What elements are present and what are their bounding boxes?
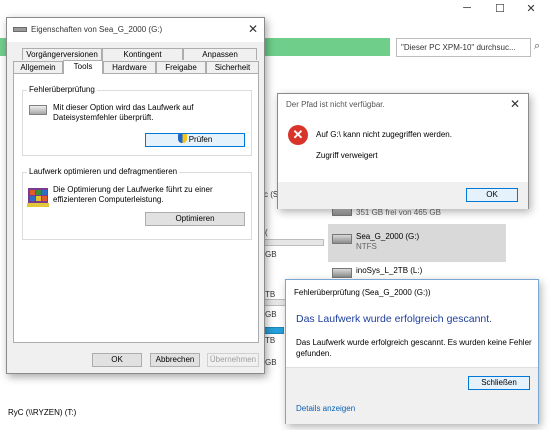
error-detail: Zugriff verweigert <box>316 151 378 160</box>
drive-icon <box>13 27 27 32</box>
dialog-title: Der Pfad ist nicht verfügbar. <box>286 100 385 109</box>
error-dialog: Der Pfad ist nicht verfügbar. ✕ ✕ Auf G:… <box>277 93 529 209</box>
group-title: Fehlerüberprüfung <box>27 85 97 94</box>
error-message: Auf G:\ kann nicht zugegriffen werden. <box>316 130 452 139</box>
cancel-button[interactable]: Abbrechen <box>150 353 200 367</box>
drive-name: inoSys_L_2TB (L:) <box>356 266 423 275</box>
dialog-title: Fehlerüberprüfung (Sea_G_2000 (G:)) <box>294 288 431 297</box>
tab-tools[interactable]: Tools <box>63 60 103 74</box>
properties-dialog: Eigenschaften von Sea_G_2000 (G:) ✕ Vorg… <box>6 17 265 374</box>
tab-sicherheit[interactable]: Sicherheit <box>206 61 259 73</box>
close-button[interactable]: Schließen <box>468 376 530 390</box>
title-bar[interactable]: Eigenschaften von Sea_G_2000 (G:) ✕ <box>7 18 264 42</box>
ok-button[interactable]: OK <box>92 353 142 367</box>
tab-kontingent[interactable]: Kontingent <box>102 48 183 60</box>
size-fragment: GB <box>265 358 277 367</box>
optimize-group: Laufwerk optimieren und defragmentieren … <box>22 167 252 240</box>
ok-button[interactable]: OK <box>466 188 518 202</box>
maximize-icon[interactable]: ☐ <box>485 2 515 15</box>
drive-filesystem: NTFS <box>356 242 377 251</box>
size-fragment: TB <box>265 290 276 299</box>
defrag-icon <box>27 188 49 207</box>
size-fragment: GB <box>265 310 277 319</box>
size-fragment: TB <box>265 336 276 345</box>
dialog-title: Eigenschaften von Sea_G_2000 (G:) <box>31 25 163 34</box>
group-title: Laufwerk optimieren und defragmentieren <box>27 167 180 176</box>
tab-anpassen[interactable]: Anpassen <box>183 48 257 60</box>
dialog-footer: Schließen <box>286 367 538 424</box>
size-fragment: GB <box>265 250 277 259</box>
scan-message: Das Laufwerk wurde erfolgreich gescannt.… <box>296 338 532 358</box>
drive-icon <box>332 268 352 278</box>
details-link[interactable]: Details anzeigen <box>296 404 355 413</box>
drive-usage-bar <box>264 239 324 246</box>
optimize-text: Die Optimierung der Laufwerke führt zu e… <box>53 185 213 204</box>
close-icon[interactable]: ✕ <box>510 97 520 111</box>
tab-hardware[interactable]: Hardware <box>103 61 156 73</box>
shield-icon <box>177 134 187 143</box>
optimize-button[interactable]: Optimieren <box>145 212 245 226</box>
search-input[interactable]: "Dieser PC XPM-10" durchsuc... <box>396 38 531 57</box>
close-icon[interactable]: ✕ <box>248 22 258 36</box>
check-button-label: Prüfen <box>188 135 213 144</box>
error-check-text: Mit dieser Option wird das Laufwerk auf … <box>53 103 194 122</box>
dialog-footer: OK <box>278 182 528 209</box>
error-check-group: Fehlerüberprüfung Mit dieser Option wird… <box>22 85 252 156</box>
drive-free-space: 351 GB frei von 465 GB <box>356 208 441 217</box>
close-icon[interactable]: ✕ <box>516 2 546 15</box>
check-button[interactable]: Prüfen <box>145 133 245 147</box>
size-fragment: ( <box>265 228 268 237</box>
minimize-icon[interactable]: ─ <box>452 2 482 14</box>
tools-panel: Fehlerüberprüfung Mit dieser Option wird… <box>13 73 259 343</box>
error-icon: ✕ <box>288 125 308 145</box>
scan-result-dialog: Fehlerüberprüfung (Sea_G_2000 (G:)) Das … <box>285 279 539 424</box>
tab-allgemein[interactable]: Allgemein <box>13 61 63 73</box>
drive-usage-bar <box>264 327 284 334</box>
search-icon[interactable]: ⌕ <box>534 40 548 54</box>
scan-heading: Das Laufwerk wurde erfolgreich gescannt. <box>296 313 493 325</box>
drive-item-selected[interactable] <box>328 224 506 262</box>
drive-icon <box>332 234 352 244</box>
tab-freigabe[interactable]: Freigabe <box>156 61 206 73</box>
apply-button[interactable]: Übernehmen <box>207 353 259 367</box>
network-drive-label[interactable]: RyC (\\RYZEN) (T:) <box>8 408 76 417</box>
drive-check-icon <box>29 105 47 115</box>
tab-vorgaengerversionen[interactable]: Vorgängerversionen <box>22 48 102 60</box>
drive-name: Sea_G_2000 (G:) <box>356 232 420 241</box>
